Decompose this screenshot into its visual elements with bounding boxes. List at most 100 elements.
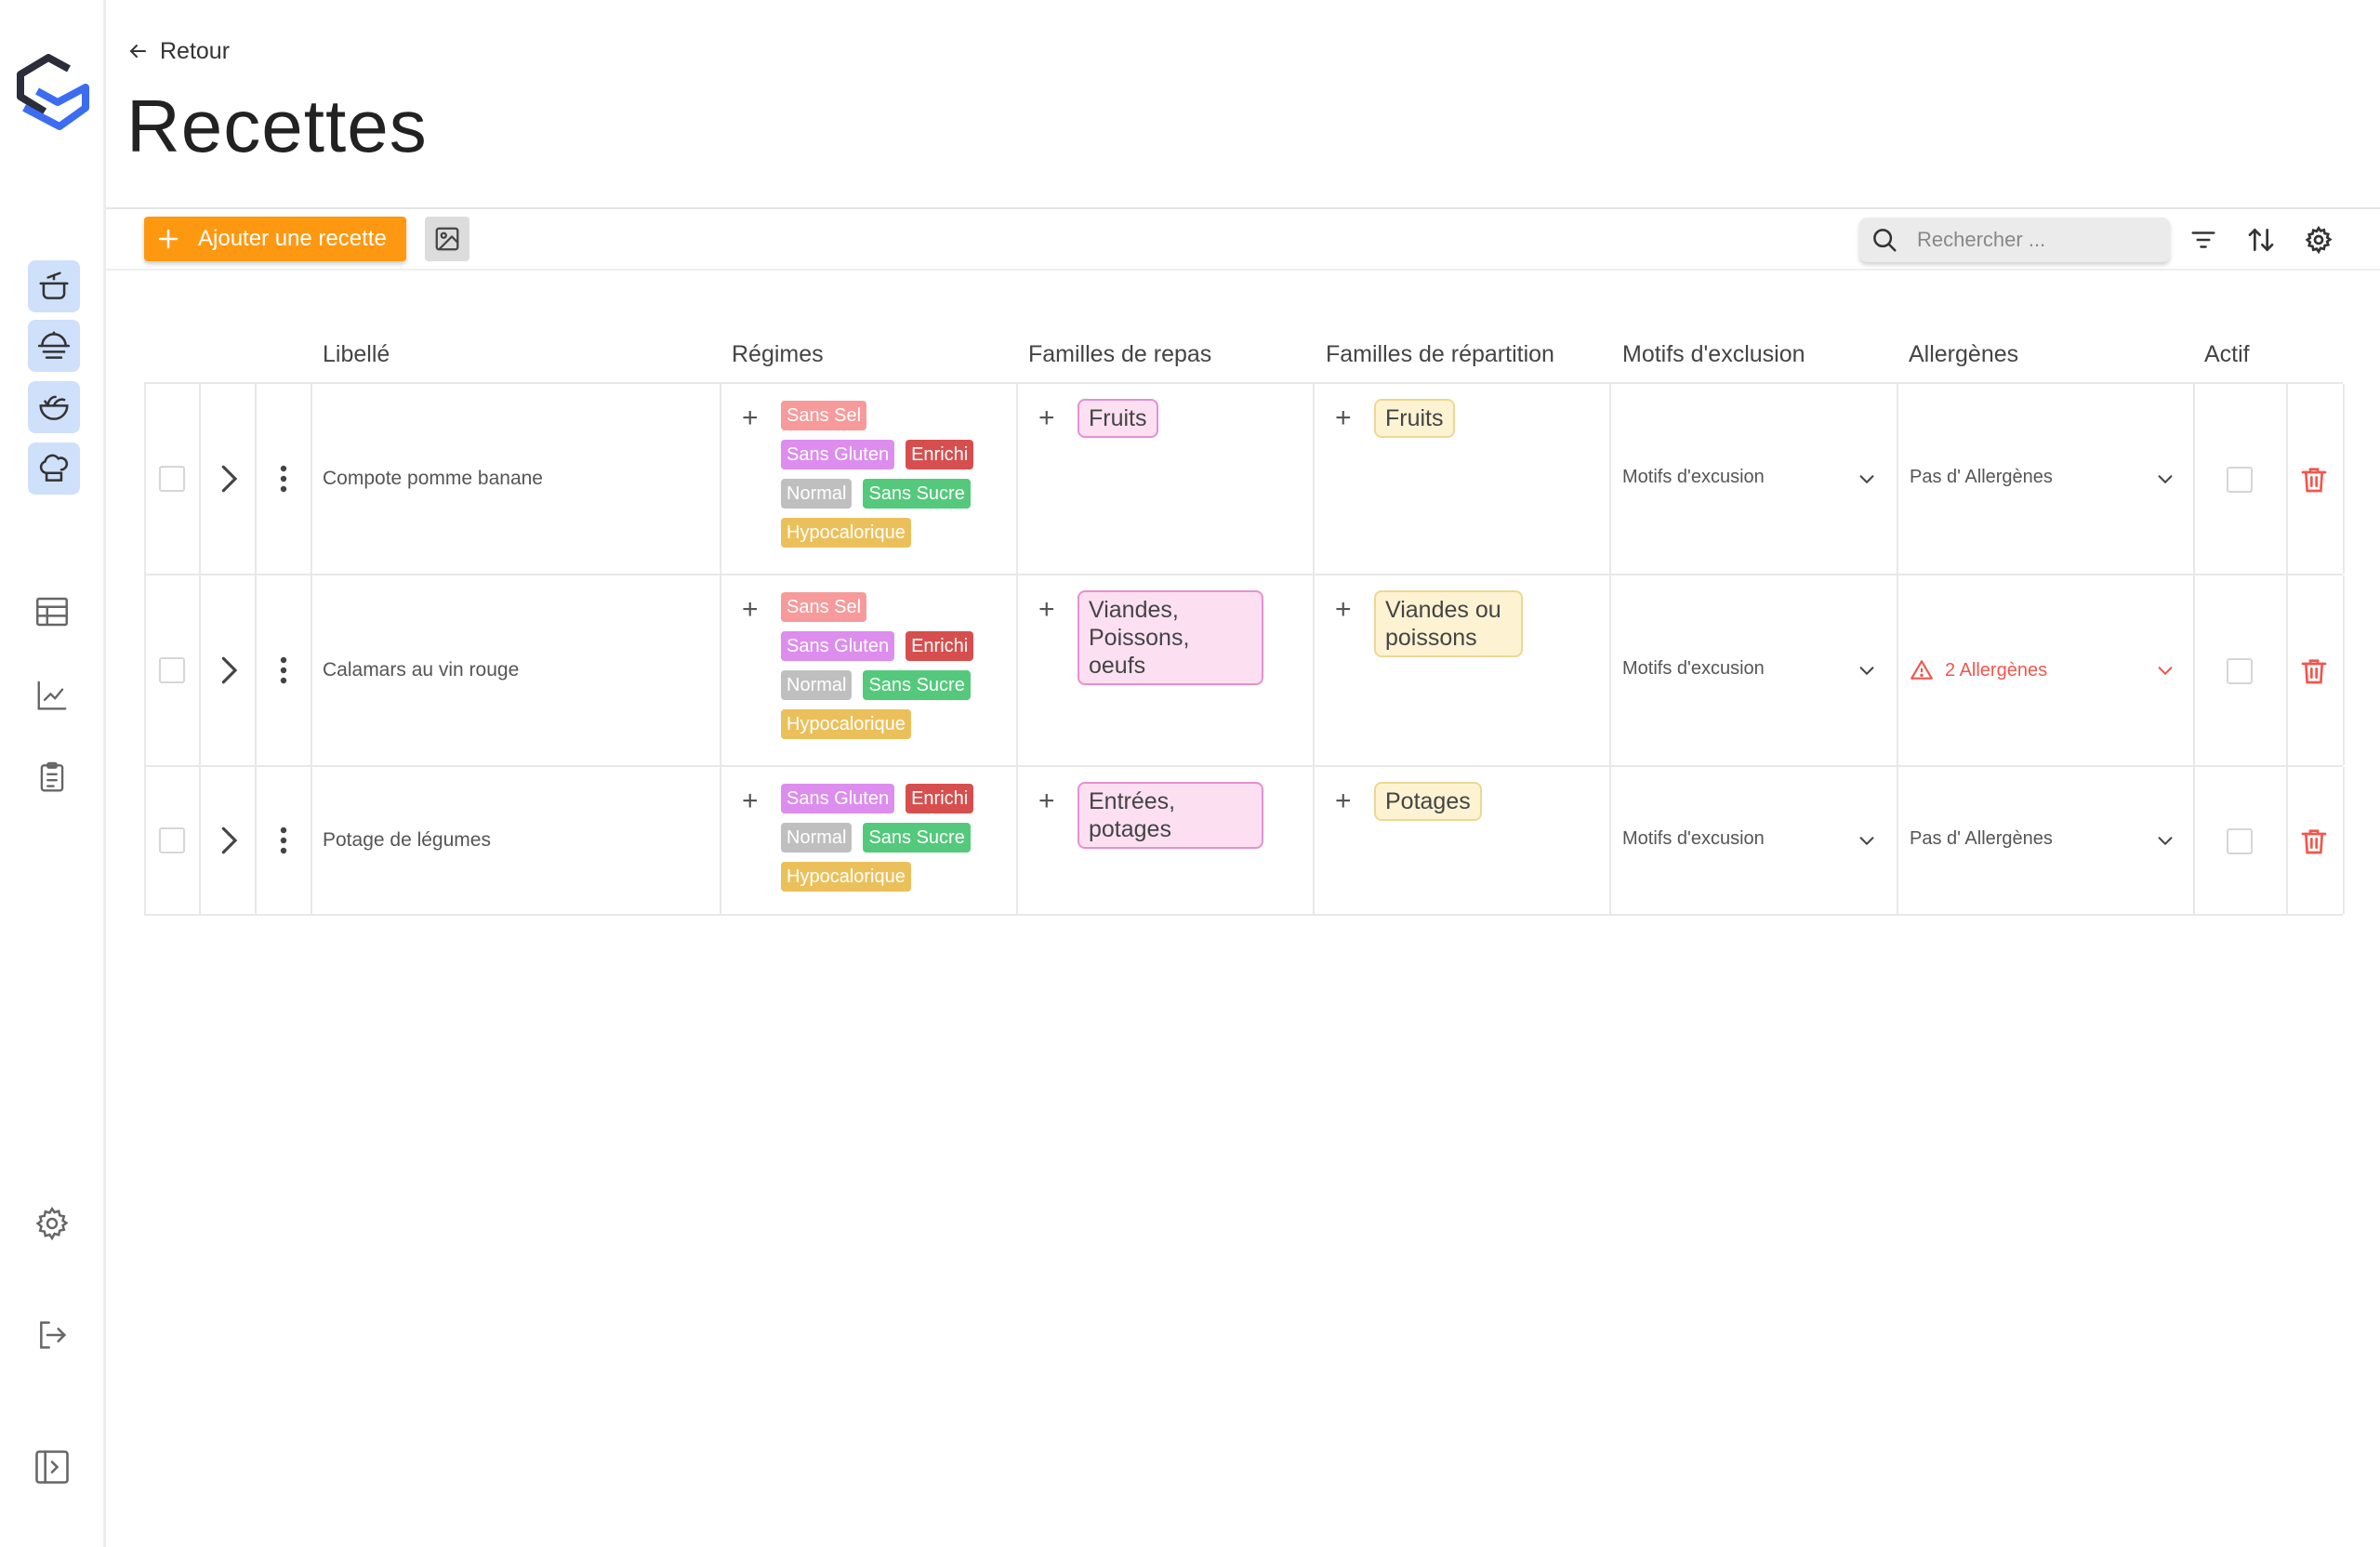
- add-recipe-button[interactable]: Ajouter une recette: [144, 217, 406, 261]
- meal-family-tag[interactable]: Entrées, potages: [1078, 782, 1263, 849]
- recipe-name[interactable]: Calamars au vin rouge: [323, 659, 519, 681]
- nav-cooking-pot[interactable]: [28, 260, 80, 312]
- column-header[interactable]: Familles de repas: [1028, 341, 1211, 368]
- nav-chef[interactable]: [28, 443, 80, 495]
- column-header[interactable]: Motifs d'exclusion: [1622, 341, 1805, 368]
- regime-tag[interactable]: Enrichi: [906, 440, 974, 469]
- regime-tag[interactable]: Sans Gluten: [781, 784, 895, 813]
- allergen-select[interactable]: Pas d' Allergènes: [1910, 467, 2181, 488]
- table-row: Calamars au vin rouge + Sans Sel Sans Glute…: [144, 575, 2345, 767]
- add-regime-button[interactable]: +: [742, 787, 759, 815]
- add-distribution-family-button[interactable]: +: [1335, 404, 1352, 432]
- filter-button[interactable]: [2187, 223, 2220, 257]
- column-header[interactable]: Familles de répartition: [1326, 341, 1554, 368]
- add-distribution-family-button[interactable]: +: [1335, 787, 1352, 815]
- add-meal-family-button[interactable]: +: [1038, 787, 1055, 815]
- allergen-select[interactable]: Pas d' Allergènes: [1910, 828, 2181, 850]
- back-link[interactable]: Retour: [126, 35, 230, 67]
- add-distribution-family-button[interactable]: +: [1335, 596, 1352, 624]
- sort-button[interactable]: [2244, 223, 2278, 257]
- cell-border: [2343, 575, 2345, 765]
- regime-tag[interactable]: Sans Sucre: [863, 823, 971, 853]
- search-icon: [1873, 229, 1897, 252]
- active-checkbox[interactable]: [2227, 658, 2253, 684]
- row-menu-button[interactable]: [272, 575, 295, 765]
- delete-button[interactable]: [2299, 464, 2329, 500]
- regime-tag[interactable]: Normal: [781, 823, 853, 853]
- add-regime-button[interactable]: +: [742, 404, 759, 432]
- regime-tag[interactable]: Normal: [781, 479, 853, 509]
- delete-button[interactable]: [2299, 826, 2329, 862]
- trash-icon: [2301, 468, 2327, 493]
- active-checkbox[interactable]: [2227, 467, 2253, 493]
- trash-icon: [2301, 659, 2327, 684]
- recipe-name[interactable]: Potage de légumes: [323, 829, 491, 852]
- regime-tag[interactable]: Sans Sel: [781, 401, 867, 430]
- regime-tag[interactable]: Hypocalorique: [781, 862, 911, 892]
- meal-family-tag[interactable]: Viandes, Poissons, oeufs: [1078, 590, 1263, 685]
- cell-border: [2343, 767, 2345, 914]
- nav-table[interactable]: [26, 586, 78, 638]
- regime-tag[interactable]: Enrichi: [906, 784, 974, 813]
- delete-button[interactable]: [2299, 655, 2329, 692]
- regime-tag[interactable]: Sans Gluten: [781, 631, 895, 661]
- add-regime-button[interactable]: +: [742, 596, 759, 624]
- active-checkbox[interactable]: [2227, 828, 2253, 854]
- recipe-name[interactable]: Compote pomme banane: [323, 468, 543, 490]
- regime-tag[interactable]: Normal: [781, 670, 853, 700]
- table-icon: [36, 597, 68, 627]
- add-meal-family-button[interactable]: +: [1038, 404, 1055, 432]
- column-header[interactable]: Actif: [2204, 341, 2250, 368]
- cell-border: [2343, 384, 2345, 574]
- expand-button[interactable]: [213, 767, 245, 914]
- exclusion-select[interactable]: Motifs d'excusion: [1622, 828, 1883, 850]
- cell-border: [144, 384, 146, 574]
- warning-icon: [1911, 660, 1933, 680]
- chevron-down-icon: [2158, 667, 2173, 676]
- nav-dish[interactable]: [28, 320, 80, 372]
- nav-settings[interactable]: [26, 1197, 78, 1250]
- regime-tag[interactable]: Enrichi: [906, 631, 974, 661]
- serving-dish-icon: [37, 331, 71, 359]
- exclusion-select[interactable]: Motifs d'excusion: [1622, 467, 1883, 488]
- row-checkbox[interactable]: [159, 827, 185, 853]
- regime-tags: Sans Sel Sans Gluten Enrichi Normal Sans Suc…: [781, 401, 990, 548]
- nav-salad[interactable]: [28, 381, 80, 433]
- regime-tag[interactable]: Hypocalorique: [781, 518, 911, 548]
- allergen-select[interactable]: 2 Allergènes: [1910, 658, 2181, 682]
- regime-tag[interactable]: Sans Gluten: [781, 440, 895, 469]
- image-button[interactable]: [425, 217, 469, 261]
- add-recipe-label: Ajouter une recette: [198, 226, 387, 251]
- regime-tag[interactable]: Sans Sucre: [863, 479, 971, 509]
- search-input[interactable]: [1917, 228, 2140, 252]
- column-header[interactable]: Régimes: [732, 341, 824, 368]
- meal-family-tag[interactable]: Fruits: [1078, 399, 1158, 438]
- nav-collapse[interactable]: [26, 1441, 78, 1493]
- regime-tag[interactable]: Sans Sucre: [863, 670, 971, 700]
- settings-button[interactable]: [2302, 223, 2335, 257]
- distribution-family-tag[interactable]: Viandes ou poissons: [1374, 590, 1523, 657]
- expand-button[interactable]: [213, 384, 245, 574]
- row-checkbox[interactable]: [159, 466, 185, 492]
- more-vertical-icon: [280, 826, 287, 854]
- cell-border: [720, 384, 721, 574]
- distribution-family-tag[interactable]: Fruits: [1374, 399, 1455, 438]
- row-checkbox[interactable]: [159, 657, 185, 683]
- regime-tag[interactable]: Sans Sel: [781, 592, 867, 622]
- column-header[interactable]: Libellé: [323, 341, 390, 368]
- expand-button[interactable]: [213, 575, 245, 765]
- row-menu-button[interactable]: [272, 384, 295, 574]
- exclusion-value: Motifs d'excusion: [1622, 467, 1765, 487]
- row-menu-button[interactable]: [272, 767, 295, 914]
- nav-clipboard[interactable]: [26, 751, 78, 803]
- app-logo[interactable]: [15, 54, 91, 132]
- regime-tag[interactable]: Hypocalorique: [781, 709, 911, 739]
- add-meal-family-button[interactable]: +: [1038, 596, 1055, 624]
- nav-logout[interactable]: [26, 1309, 78, 1361]
- exclusion-select[interactable]: Motifs d'excusion: [1622, 658, 1883, 680]
- back-label: Retour: [160, 37, 231, 64]
- search-box[interactable]: [1859, 218, 2170, 262]
- nav-chart[interactable]: [26, 669, 78, 721]
- distribution-family-tag[interactable]: Potages: [1374, 782, 1482, 821]
- column-header[interactable]: Allergènes: [1909, 341, 2018, 368]
